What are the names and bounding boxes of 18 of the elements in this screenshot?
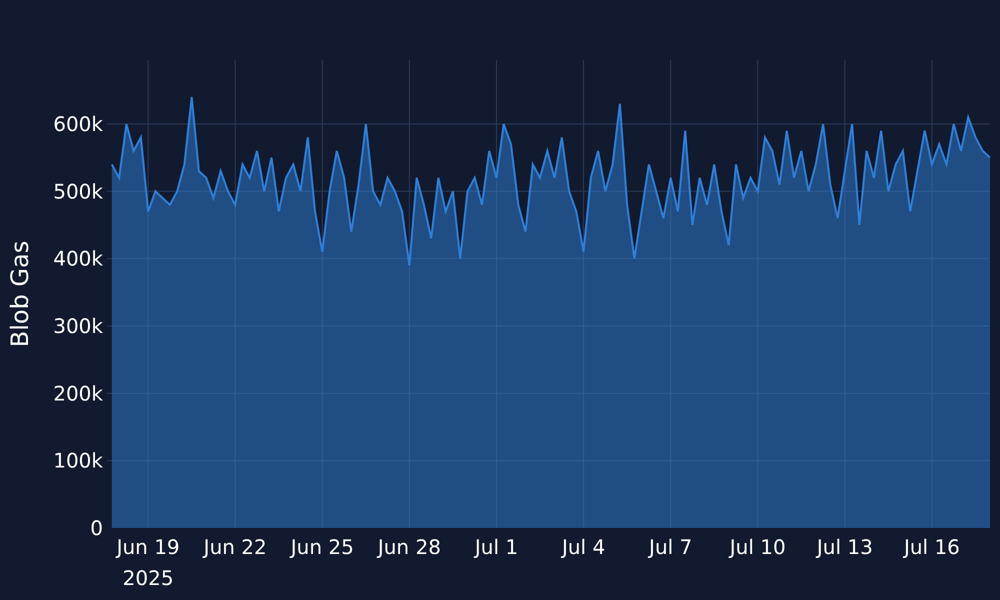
axis-tick-label: Jun 22 (204, 535, 267, 559)
axis-tick-label: Jul 10 (730, 535, 786, 559)
axis-tick-label: Jul 1 (474, 535, 518, 559)
axis-tick-label: Jun 19 2025 (116, 535, 180, 590)
axis-tick-label: 200k (53, 381, 103, 406)
axis-title: Blob Gas (6, 240, 34, 348)
axis-tick-label: Jul 4 (562, 535, 606, 559)
axis-tick-label: Jun 25 (290, 535, 354, 559)
axis-tick-label: 100k (53, 448, 103, 473)
axis-tick-label: Jul 13 (816, 535, 873, 559)
axis-tick-label: 0 (90, 516, 103, 540)
axis-tick-label: 500k (53, 179, 103, 204)
axis-tick-label: 400k (53, 246, 103, 271)
axis-tick-label: Jul 16 (904, 535, 960, 559)
axis-tick-label: 300k (53, 314, 103, 338)
axis-tick-label: Jul 7 (649, 535, 692, 559)
axis-tick-label: Jun 28 (378, 535, 441, 559)
axis-tick-label: 600k (53, 112, 103, 136)
